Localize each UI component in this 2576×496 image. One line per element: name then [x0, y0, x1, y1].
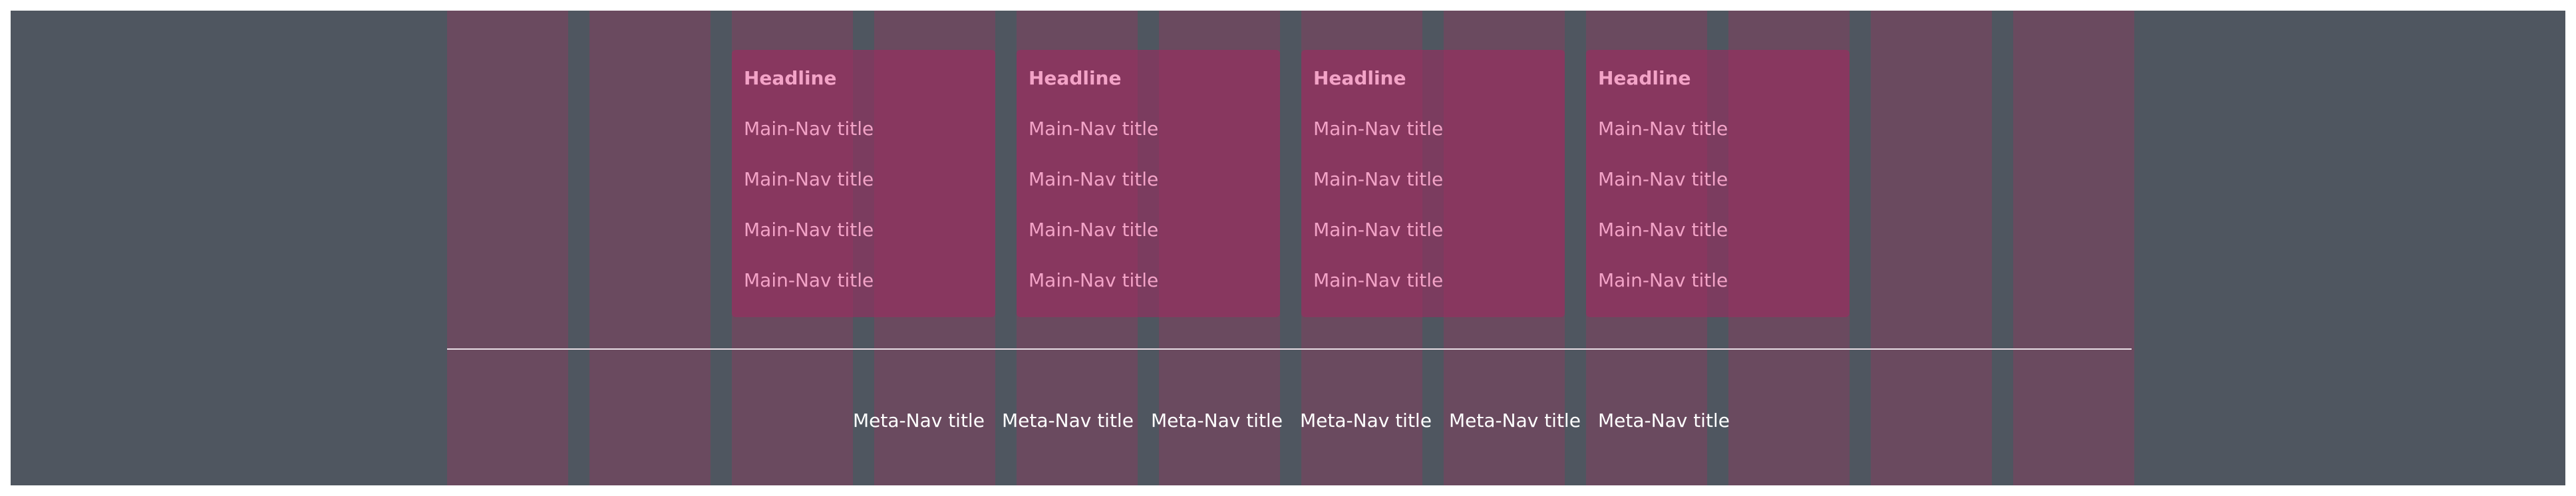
main-nav-column-4: Headline Main-Nav title Main-Nav title M…	[1586, 50, 1850, 317]
main-nav-link[interactable]: Main-Nav title	[744, 269, 874, 291]
meta-nav: Meta-Nav title Meta-Nav title Meta-Nav t…	[853, 410, 1747, 432]
footer-navigation: Headline Main-Nav title Main-Nav title M…	[11, 11, 2565, 485]
main-nav-link[interactable]: Main-Nav title	[1029, 219, 1158, 241]
main-nav-column-2: Headline Main-Nav title Main-Nav title M…	[1017, 50, 1280, 317]
layout-grid-column	[2013, 11, 2134, 485]
main-nav-link[interactable]: Main-Nav title	[1598, 118, 1728, 140]
main-nav-link[interactable]: Main-Nav title	[744, 219, 874, 241]
main-nav-link[interactable]: Main-Nav title	[1598, 168, 1728, 190]
meta-nav-link[interactable]: Meta-Nav title	[1002, 410, 1151, 432]
main-nav-column-1: Headline Main-Nav title Main-Nav title M…	[732, 50, 995, 317]
main-nav-link[interactable]: Main-Nav title	[1029, 269, 1158, 291]
main-nav-column-3: Headline Main-Nav title Main-Nav title M…	[1301, 50, 1565, 317]
main-nav-link[interactable]: Main-Nav title	[1029, 168, 1158, 190]
layout-grid-column	[447, 11, 568, 485]
meta-nav-link[interactable]: Meta-Nav title	[1449, 410, 1598, 432]
main-nav-link[interactable]: Main-Nav title	[744, 118, 874, 140]
main-nav-link[interactable]: Main-Nav title	[1313, 219, 1443, 241]
main-nav-headline[interactable]: Headline	[1313, 67, 1406, 89]
main-nav-link[interactable]: Main-Nav title	[744, 168, 874, 190]
meta-nav-link[interactable]: Meta-Nav title	[1300, 410, 1449, 432]
footer-divider	[447, 348, 2132, 350]
main-nav-link[interactable]: Main-Nav title	[1313, 118, 1443, 140]
main-nav-link[interactable]: Main-Nav title	[1313, 269, 1443, 291]
main-nav-link[interactable]: Main-Nav title	[1029, 118, 1158, 140]
main-nav-headline[interactable]: Headline	[744, 67, 836, 89]
meta-nav-link[interactable]: Meta-Nav title	[1151, 410, 1300, 432]
main-nav-headline[interactable]: Headline	[1598, 67, 1690, 89]
main-nav-headline[interactable]: Headline	[1029, 67, 1121, 89]
main-nav-link[interactable]: Main-Nav title	[1313, 168, 1443, 190]
layout-grid-column	[589, 11, 711, 485]
meta-nav-link[interactable]: Meta-Nav title	[853, 410, 1002, 432]
meta-nav-link[interactable]: Meta-Nav title	[1598, 410, 1747, 432]
main-nav-link[interactable]: Main-Nav title	[1598, 269, 1728, 291]
main-nav-link[interactable]: Main-Nav title	[1598, 219, 1728, 241]
layout-grid-column	[1871, 11, 1992, 485]
